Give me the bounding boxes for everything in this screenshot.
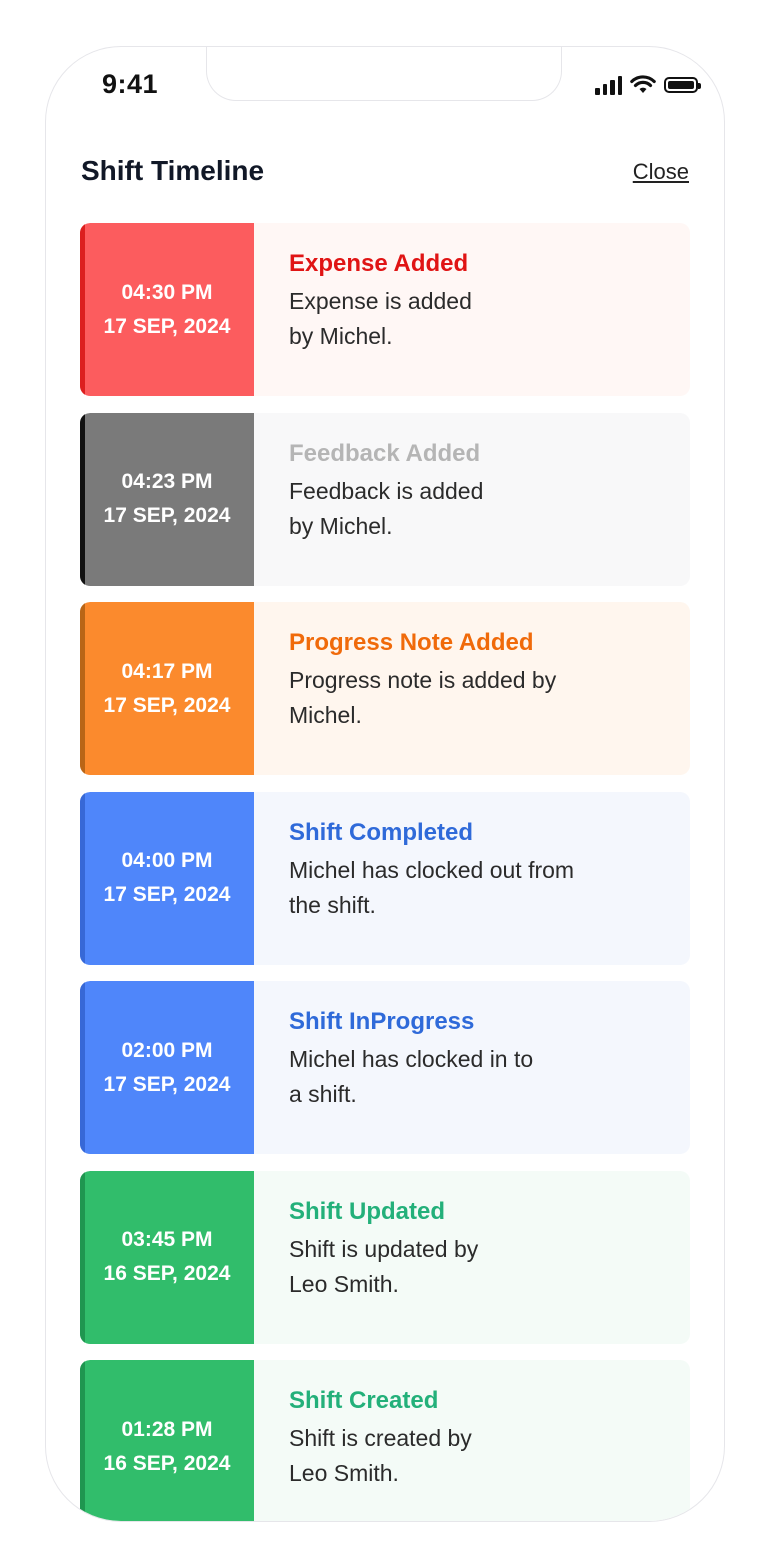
timeline-card[interactable]: 04:23 PM 17 SEP, 2024 Feedback Added Feedba… xyxy=(80,412,690,586)
timeline-card[interactable]: 04:00 PM 17 SEP, 2024 Shift Completed Miche… xyxy=(80,791,690,965)
event-description: Progress note is added by Michel. xyxy=(289,667,557,728)
event-description: Michel has clocked in to a shift. xyxy=(289,1046,534,1107)
notch xyxy=(206,47,562,101)
event-title: Shift Created xyxy=(289,1387,439,1414)
event-content: Shift Created Shift is created by Leo Smi… xyxy=(254,1360,690,1521)
event-time: 04:00 PM xyxy=(121,849,213,872)
timestamp-block: 03:45 PM 16 SEP, 2024 xyxy=(80,1170,254,1344)
timestamp-block: 04:30 PM 17 SEP, 2024 xyxy=(80,223,254,396)
event-content: Expense Added Expense is added by Michel. xyxy=(254,223,690,396)
event-date: 17 SEP, 2024 xyxy=(103,1072,231,1096)
timeline-card[interactable]: 04:17 PM 17 SEP, 2024 Progress Note Added P… xyxy=(80,602,690,775)
event-description: Feedback is added by Michel. xyxy=(289,477,484,539)
event-date: 17 SEP, 2024 xyxy=(103,504,231,527)
status-icons xyxy=(595,75,701,95)
event-content: Shift Updated Shift is updated by Leo Smi… xyxy=(254,1171,690,1344)
accent-edge xyxy=(80,981,85,1154)
wifi-icon xyxy=(630,75,656,93)
timeline-list: 04:30 PM 17 SEP, 2024 Expense Added Expense… xyxy=(80,223,690,1521)
event-title: Shift Updated xyxy=(289,1197,445,1225)
event-content: Shift InProgress Michel has clocked in to… xyxy=(254,981,690,1154)
event-time: 04:23 PM xyxy=(121,470,213,493)
event-time: 04:17 PM xyxy=(121,659,213,683)
phone-frame: 9:41 Shift Timeline Close 04:30 PM 17 SEP… xyxy=(45,46,725,1522)
status-time: 9:41 xyxy=(102,69,159,99)
signal-icon xyxy=(595,75,622,95)
timestamp-block: 02:00 PM 17 SEP, 2024 xyxy=(80,981,254,1154)
page-title: Shift Timeline xyxy=(81,155,265,186)
timeline-card[interactable]: 04:30 PM 17 SEP, 2024 Expense Added Expense… xyxy=(80,223,690,396)
accent-edge xyxy=(80,223,85,396)
accent-edge xyxy=(80,412,85,586)
event-title: Feedback Added xyxy=(289,439,481,467)
event-content: Feedback Added Feedback is added by Miche… xyxy=(254,413,690,586)
event-description: Shift is updated by Leo Smith. xyxy=(289,1235,479,1297)
event-title: Shift Completed xyxy=(289,818,473,846)
timestamp-block: 04:00 PM 17 SEP, 2024 xyxy=(80,791,254,965)
accent-edge xyxy=(80,791,85,965)
accent-edge xyxy=(80,602,85,775)
event-description: Michel has clocked out from the shift. xyxy=(289,856,575,918)
event-description: Expense is added by Michel. xyxy=(289,288,472,349)
accent-edge xyxy=(80,1360,85,1521)
event-date: 17 SEP, 2024 xyxy=(103,883,231,906)
event-content: Shift Completed Michel has clocked out fr… xyxy=(254,792,690,965)
timeline-card[interactable]: 02:00 PM 17 SEP, 2024 Shift InProgress Mich… xyxy=(80,981,690,1154)
close-button[interactable]: Close xyxy=(633,159,689,185)
event-time: 02:00 PM xyxy=(121,1038,213,1062)
timestamp-block: 04:23 PM 17 SEP, 2024 xyxy=(80,412,254,586)
accent-edge xyxy=(80,1170,85,1344)
battery-icon xyxy=(664,77,701,93)
event-time: 04:30 PM xyxy=(121,280,213,304)
event-content: Progress Note Added Progress note is adde… xyxy=(254,602,690,775)
event-time: 03:45 PM xyxy=(121,1228,213,1251)
timestamp-block: 04:17 PM 17 SEP, 2024 xyxy=(80,602,254,775)
event-title: Expense Added xyxy=(289,250,469,277)
event-description: Shift is created by Leo Smith. xyxy=(289,1425,472,1486)
timestamp-block: 01:28 PM 16 SEP, 2024 xyxy=(80,1360,254,1521)
event-date: 17 SEP, 2024 xyxy=(103,314,231,338)
timeline-card[interactable]: 01:28 PM 16 SEP, 2024 Shift Created Shift i… xyxy=(80,1360,690,1521)
timeline-card[interactable]: 03:45 PM 16 SEP, 2024 Shift Updated Shift i… xyxy=(80,1170,690,1344)
event-date: 16 SEP, 2024 xyxy=(103,1451,231,1475)
event-title: Progress Note Added xyxy=(289,629,534,656)
event-time: 01:28 PM xyxy=(121,1417,213,1441)
event-date: 17 SEP, 2024 xyxy=(103,693,231,717)
event-title: Shift InProgress xyxy=(289,1008,475,1035)
event-date: 16 SEP, 2024 xyxy=(103,1262,231,1285)
